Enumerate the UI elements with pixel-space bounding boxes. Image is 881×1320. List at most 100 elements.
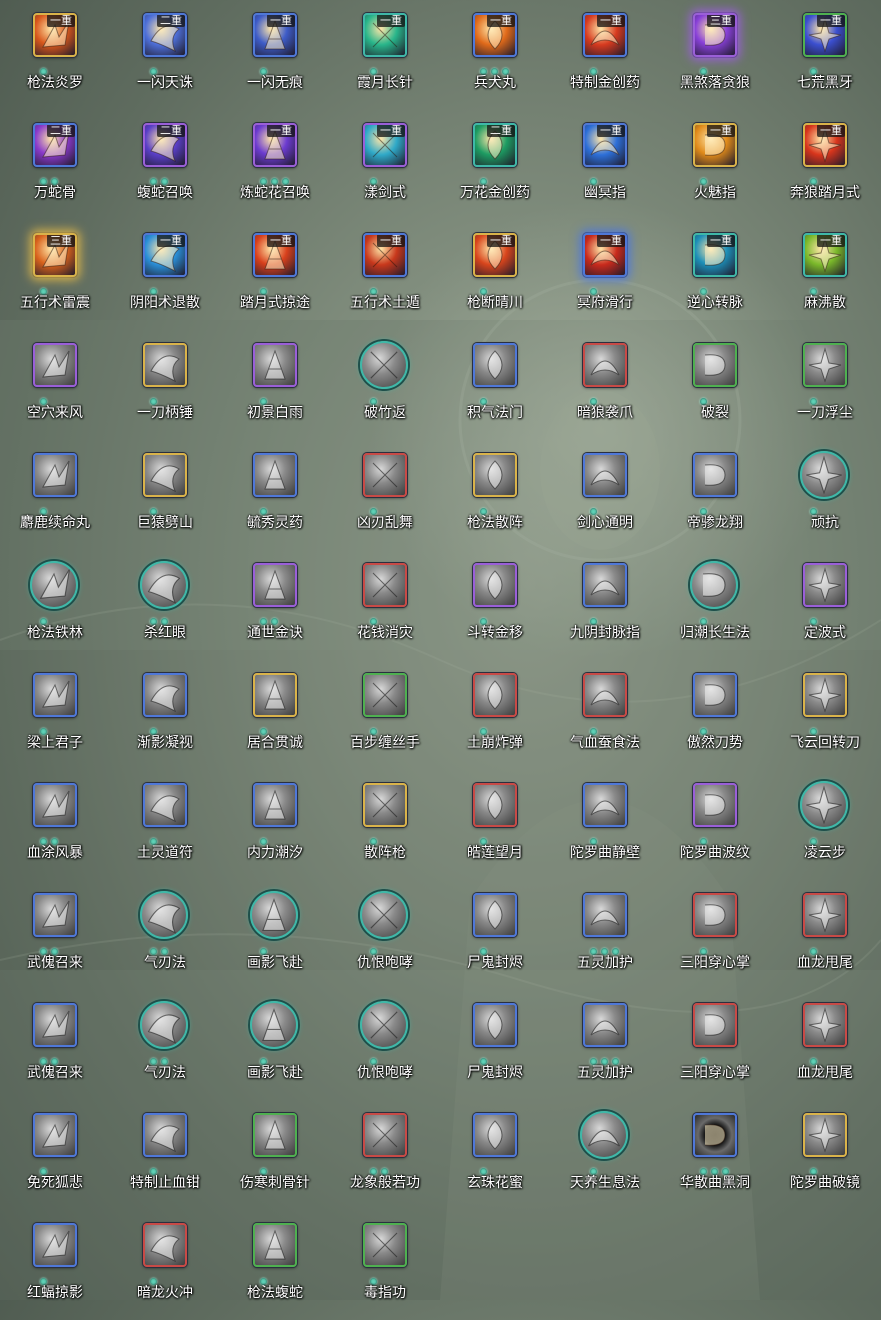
skill-icon[interactable]	[583, 453, 627, 497]
skill-slot[interactable]: 一重 兵犬丸	[440, 0, 550, 110]
skill-slot[interactable]: 一刀柄锤	[110, 330, 220, 440]
skill-slot[interactable]: 散阵枪	[330, 770, 440, 880]
skill-icon[interactable]	[143, 1223, 187, 1267]
skill-slot[interactable]: 一重 冥府滑行	[550, 220, 660, 330]
skill-icon[interactable]	[473, 1003, 517, 1047]
skill-slot[interactable]: 土崩炸弹	[440, 660, 550, 770]
skill-slot[interactable]: 一重 幽冥指	[550, 110, 660, 220]
skill-icon[interactable]	[583, 893, 627, 937]
skill-icon[interactable]: 一重	[473, 233, 517, 277]
skill-slot[interactable]: 三重 五行术雷震	[0, 220, 110, 330]
skill-slot[interactable]: 画影飞赴	[220, 990, 330, 1100]
skill-icon[interactable]: 三重	[693, 13, 737, 57]
skill-icon[interactable]	[33, 1223, 77, 1267]
skill-icon[interactable]: 一重	[363, 123, 407, 167]
skill-icon[interactable]	[140, 561, 188, 609]
skill-icon[interactable]	[473, 673, 517, 717]
skill-slot[interactable]: 尸鬼封烬	[440, 880, 550, 990]
skill-icon[interactable]	[143, 783, 187, 827]
skill-slot[interactable]: 仇恨咆哮	[330, 990, 440, 1100]
skill-icon[interactable]	[253, 783, 297, 827]
skill-slot[interactable]: 一重 枪断晴川	[440, 220, 550, 330]
skill-icon[interactable]	[690, 561, 738, 609]
skill-icon[interactable]	[803, 1113, 847, 1157]
skill-slot[interactable]: 二重 蝮蛇召唤	[110, 110, 220, 220]
skill-icon[interactable]	[693, 893, 737, 937]
skill-slot[interactable]: 空穴来风	[0, 330, 110, 440]
skill-slot[interactable]: 居合贯诚	[220, 660, 330, 770]
skill-icon[interactable]	[250, 1001, 298, 1049]
skill-icon[interactable]	[253, 1113, 297, 1157]
skill-icon[interactable]	[143, 343, 187, 387]
skill-icon[interactable]	[363, 673, 407, 717]
skill-icon[interactable]	[140, 1001, 188, 1049]
skill-icon[interactable]: 一重	[33, 13, 77, 57]
skill-icon[interactable]	[253, 563, 297, 607]
skill-icon[interactable]: 一重	[253, 123, 297, 167]
skill-slot[interactable]: 玄珠花蜜	[440, 1100, 550, 1210]
skill-slot[interactable]: 杀红眼	[110, 550, 220, 660]
skill-icon[interactable]: 一重	[583, 123, 627, 167]
skill-icon[interactable]: 一重	[473, 13, 517, 57]
skill-icon[interactable]	[143, 453, 187, 497]
skill-slot[interactable]: 破竹返	[330, 330, 440, 440]
skill-icon[interactable]	[693, 1113, 737, 1157]
skill-icon[interactable]	[473, 1113, 517, 1157]
skill-icon[interactable]	[253, 1223, 297, 1267]
skill-slot[interactable]: 傲然刀势	[660, 660, 770, 770]
skill-icon[interactable]: 二重	[473, 123, 517, 167]
skill-icon[interactable]	[583, 563, 627, 607]
skill-slot[interactable]: 一重 霞月长针	[330, 0, 440, 110]
skill-slot[interactable]: 枪法散阵	[440, 440, 550, 550]
skill-icon[interactable]	[363, 783, 407, 827]
skill-icon[interactable]: 一重	[693, 233, 737, 277]
skill-slot[interactable]: 武傀召来	[0, 990, 110, 1100]
skill-icon[interactable]	[140, 891, 188, 939]
skill-slot[interactable]: 天养生息法	[550, 1100, 660, 1210]
skill-slot[interactable]: 三阳穿心掌	[660, 990, 770, 1100]
skill-icon[interactable]	[33, 893, 77, 937]
skill-slot[interactable]: 陀罗曲破镜	[770, 1100, 880, 1210]
skill-icon[interactable]: 一重	[143, 233, 187, 277]
skill-icon[interactable]	[33, 673, 77, 717]
skill-icon[interactable]	[473, 783, 517, 827]
skill-slot[interactable]: 九阴封脉指	[550, 550, 660, 660]
skill-slot[interactable]: 凌云步	[770, 770, 880, 880]
skill-slot[interactable]: 血龙甩尾	[770, 990, 880, 1100]
skill-icon[interactable]: 二重	[143, 123, 187, 167]
skill-slot[interactable]: 枪法蝮蛇	[220, 1210, 330, 1320]
skill-slot[interactable]: 二重 一闪天诛	[110, 0, 220, 110]
skill-icon[interactable]	[33, 343, 77, 387]
skill-slot[interactable]: 归潮长生法	[660, 550, 770, 660]
skill-slot[interactable]: 内力潮汐	[220, 770, 330, 880]
skill-icon[interactable]	[803, 893, 847, 937]
skill-slot[interactable]: 气血蚕食法	[550, 660, 660, 770]
skill-icon[interactable]: 一重	[363, 13, 407, 57]
skill-slot[interactable]: 一重 奔狼踏月式	[770, 110, 880, 220]
skill-slot[interactable]: 陀罗曲波纹	[660, 770, 770, 880]
skill-icon[interactable]	[253, 673, 297, 717]
skill-icon[interactable]	[580, 1111, 628, 1159]
skill-icon[interactable]	[693, 783, 737, 827]
skill-icon[interactable]: 一重	[583, 13, 627, 57]
skill-slot[interactable]: 毒指功	[330, 1210, 440, 1320]
skill-icon[interactable]	[473, 563, 517, 607]
skill-slot[interactable]: 一重 特制金创药	[550, 0, 660, 110]
skill-icon[interactable]: 一重	[803, 233, 847, 277]
skill-slot[interactable]: 武傀召来	[0, 880, 110, 990]
skill-icon[interactable]	[693, 673, 737, 717]
skill-icon[interactable]	[360, 1001, 408, 1049]
skill-icon[interactable]	[473, 343, 517, 387]
skill-slot[interactable]: 三阳穿心掌	[660, 880, 770, 990]
skill-icon[interactable]: 二重	[143, 13, 187, 57]
skill-slot[interactable]: 华散曲黑洞	[660, 1100, 770, 1210]
skill-icon[interactable]	[363, 1113, 407, 1157]
skill-slot[interactable]: 一重 麻沸散	[770, 220, 880, 330]
skill-icon[interactable]: 一重	[693, 123, 737, 167]
skill-icon[interactable]: 一重	[583, 233, 627, 277]
skill-slot[interactable]: 龙象般若功	[330, 1100, 440, 1210]
skill-slot[interactable]: 凶刃乱舞	[330, 440, 440, 550]
skill-slot[interactable]: 气刃法	[110, 990, 220, 1100]
skill-slot[interactable]: 二重 万蛇骨	[0, 110, 110, 220]
skill-icon[interactable]	[253, 453, 297, 497]
